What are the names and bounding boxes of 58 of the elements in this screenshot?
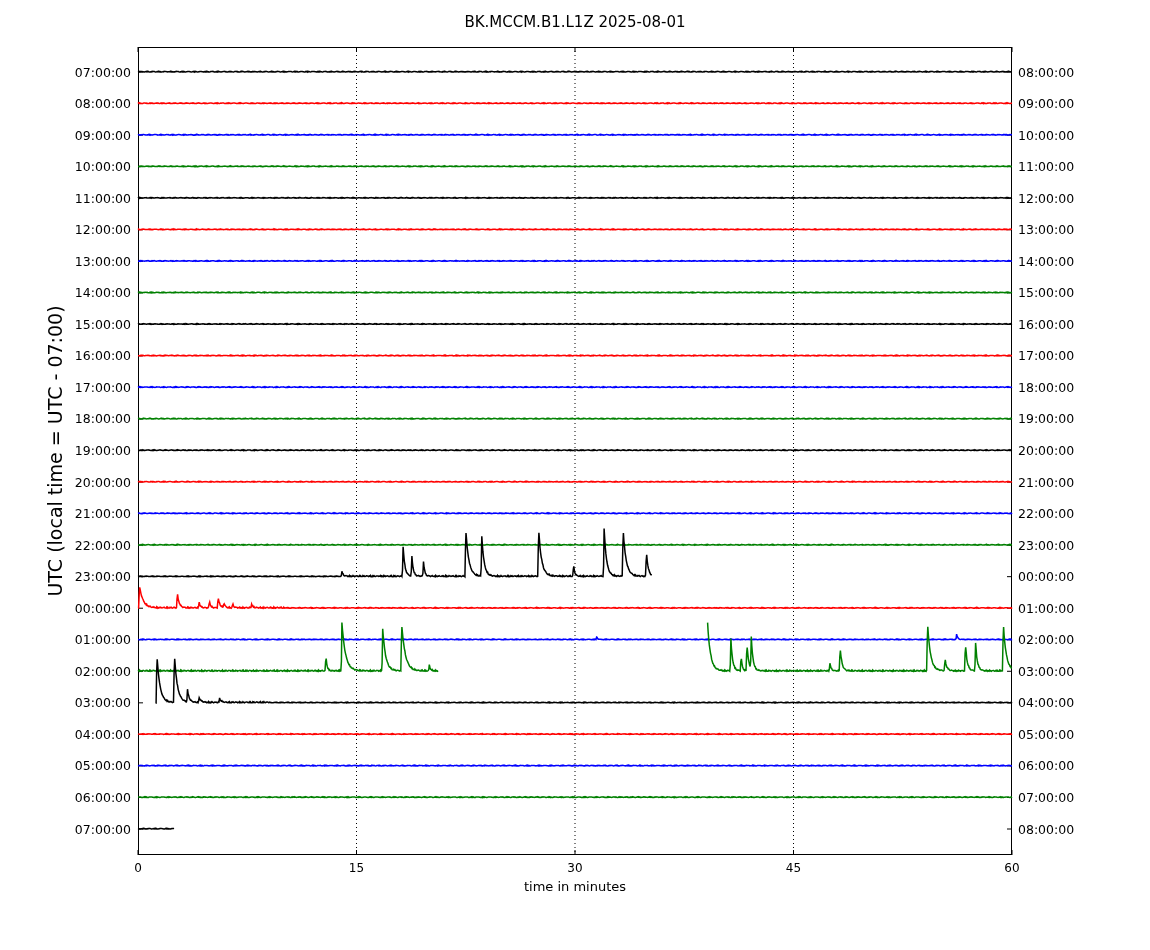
axis-label: time in minutes — [523, 879, 627, 894]
tick-label: 10:00:00 — [74, 159, 131, 175]
tick-label: 16:00:00 — [1018, 316, 1075, 332]
tick-label: 30 — [567, 861, 583, 875]
tick-label: 07:00:00 — [74, 64, 131, 80]
tick-label: 01:00:00 — [1018, 600, 1075, 616]
chart-title: BK.MCCM.B1.L1Z 2025-08-01 — [464, 13, 686, 31]
tick-label: 04:00:00 — [74, 726, 131, 742]
axis-label: UTC (local time = UTC - 07:00) — [44, 305, 66, 597]
tick-label: 60 — [1004, 861, 1020, 875]
tick-label: 08:00:00 — [1018, 821, 1075, 837]
tick-label: 22:00:00 — [74, 537, 131, 553]
tick-label: 45 — [785, 861, 802, 875]
tick-label: 11:00:00 — [74, 190, 131, 206]
tick-label: 23:00:00 — [1018, 537, 1075, 553]
tick-label: 02:00:00 — [1018, 632, 1075, 648]
tick-label: 23:00:00 — [74, 569, 131, 585]
tick-label: 15:00:00 — [1018, 285, 1075, 301]
tick-label: 07:00:00 — [74, 821, 131, 837]
tick-label: 16:00:00 — [74, 348, 131, 364]
tick-label: 19:00:00 — [74, 443, 131, 458]
tick-label: 12:00:00 — [74, 222, 131, 238]
tick-label: 20:00:00 — [74, 474, 131, 490]
tick-label: 14:00:00 — [1018, 253, 1075, 269]
tick-label: 00:00:00 — [1018, 569, 1075, 585]
tick-label: 11:00:00 — [1018, 159, 1075, 175]
tick-label: 18:00:00 — [1018, 379, 1075, 395]
tick-label: 20:00:00 — [1018, 443, 1075, 458]
tick-label: 17:00:00 — [74, 379, 131, 395]
tick-label: 03:00:00 — [74, 695, 131, 711]
tick-label: 00:00:00 — [74, 600, 131, 616]
tick-label: 03:00:00 — [1018, 663, 1075, 679]
tick-label: 17:00:00 — [1018, 348, 1075, 364]
tick-label: 21:00:00 — [74, 506, 131, 522]
tick-label: 13:00:00 — [74, 253, 131, 269]
tick-label: 12:00:00 — [1018, 190, 1075, 206]
tick-label: 08:00:00 — [1018, 64, 1075, 80]
tick-label: 15:00:00 — [74, 316, 131, 332]
tick-label: 15 — [348, 861, 365, 875]
tick-label: 10:00:00 — [1018, 127, 1075, 143]
tick-label: 05:00:00 — [1018, 726, 1075, 742]
tick-label: 13:00:00 — [1018, 222, 1075, 238]
tick-label: 09:00:00 — [1018, 96, 1075, 112]
tick-label: 02:00:00 — [74, 663, 131, 679]
tick-label: 14:00:00 — [74, 285, 131, 301]
tick-label: 0 — [134, 861, 142, 875]
tick-label: 08:00:00 — [74, 96, 131, 112]
tick-label: 04:00:00 — [1018, 695, 1075, 711]
tick-label: 19:00:00 — [1018, 411, 1075, 427]
tick-label: 06:00:00 — [74, 789, 131, 805]
tick-label: 05:00:00 — [74, 758, 131, 774]
tick-label: 18:00:00 — [74, 411, 131, 427]
tick-label: 09:00:00 — [74, 127, 131, 143]
tick-label: 06:00:00 — [1018, 758, 1075, 774]
tick-label: 07:00:00 — [1018, 789, 1075, 805]
tick-label: 21:00:00 — [1018, 474, 1075, 490]
tick-label: 01:00:00 — [74, 632, 131, 648]
tick-label: 22:00:00 — [1018, 506, 1075, 522]
